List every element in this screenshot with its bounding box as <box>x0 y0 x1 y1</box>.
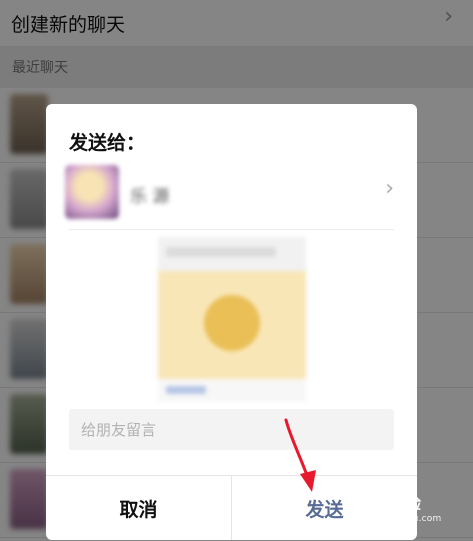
send-to-dialog: 发送给： 乐 源 › 取消 发送 <box>46 104 417 540</box>
preview-source-label <box>166 386 206 394</box>
shared-content-preview <box>158 237 306 402</box>
recipient-row[interactable]: 乐 源 › <box>62 162 402 228</box>
preview-header <box>158 237 306 271</box>
watermark-url: jingyan.baidu.com <box>355 514 442 524</box>
annotation-arrow-icon <box>284 418 316 492</box>
recipient-name: 乐 源 <box>130 187 170 207</box>
preview-image <box>158 271 306 379</box>
preview-footer <box>158 379 306 402</box>
chevron-right-icon: › <box>385 176 394 201</box>
paw-icon <box>393 489 415 508</box>
message-input[interactable] <box>69 409 394 450</box>
baidu-watermark: Bai 经验 jingyan.baidu.com <box>355 488 470 536</box>
recipient-avatar <box>65 165 119 219</box>
dialog-title: 发送给： <box>69 132 146 154</box>
preview-title-placeholder <box>166 247 276 257</box>
divider <box>69 229 394 230</box>
cancel-button[interactable]: 取消 <box>46 476 232 540</box>
preview-sun-graphic <box>204 295 260 351</box>
